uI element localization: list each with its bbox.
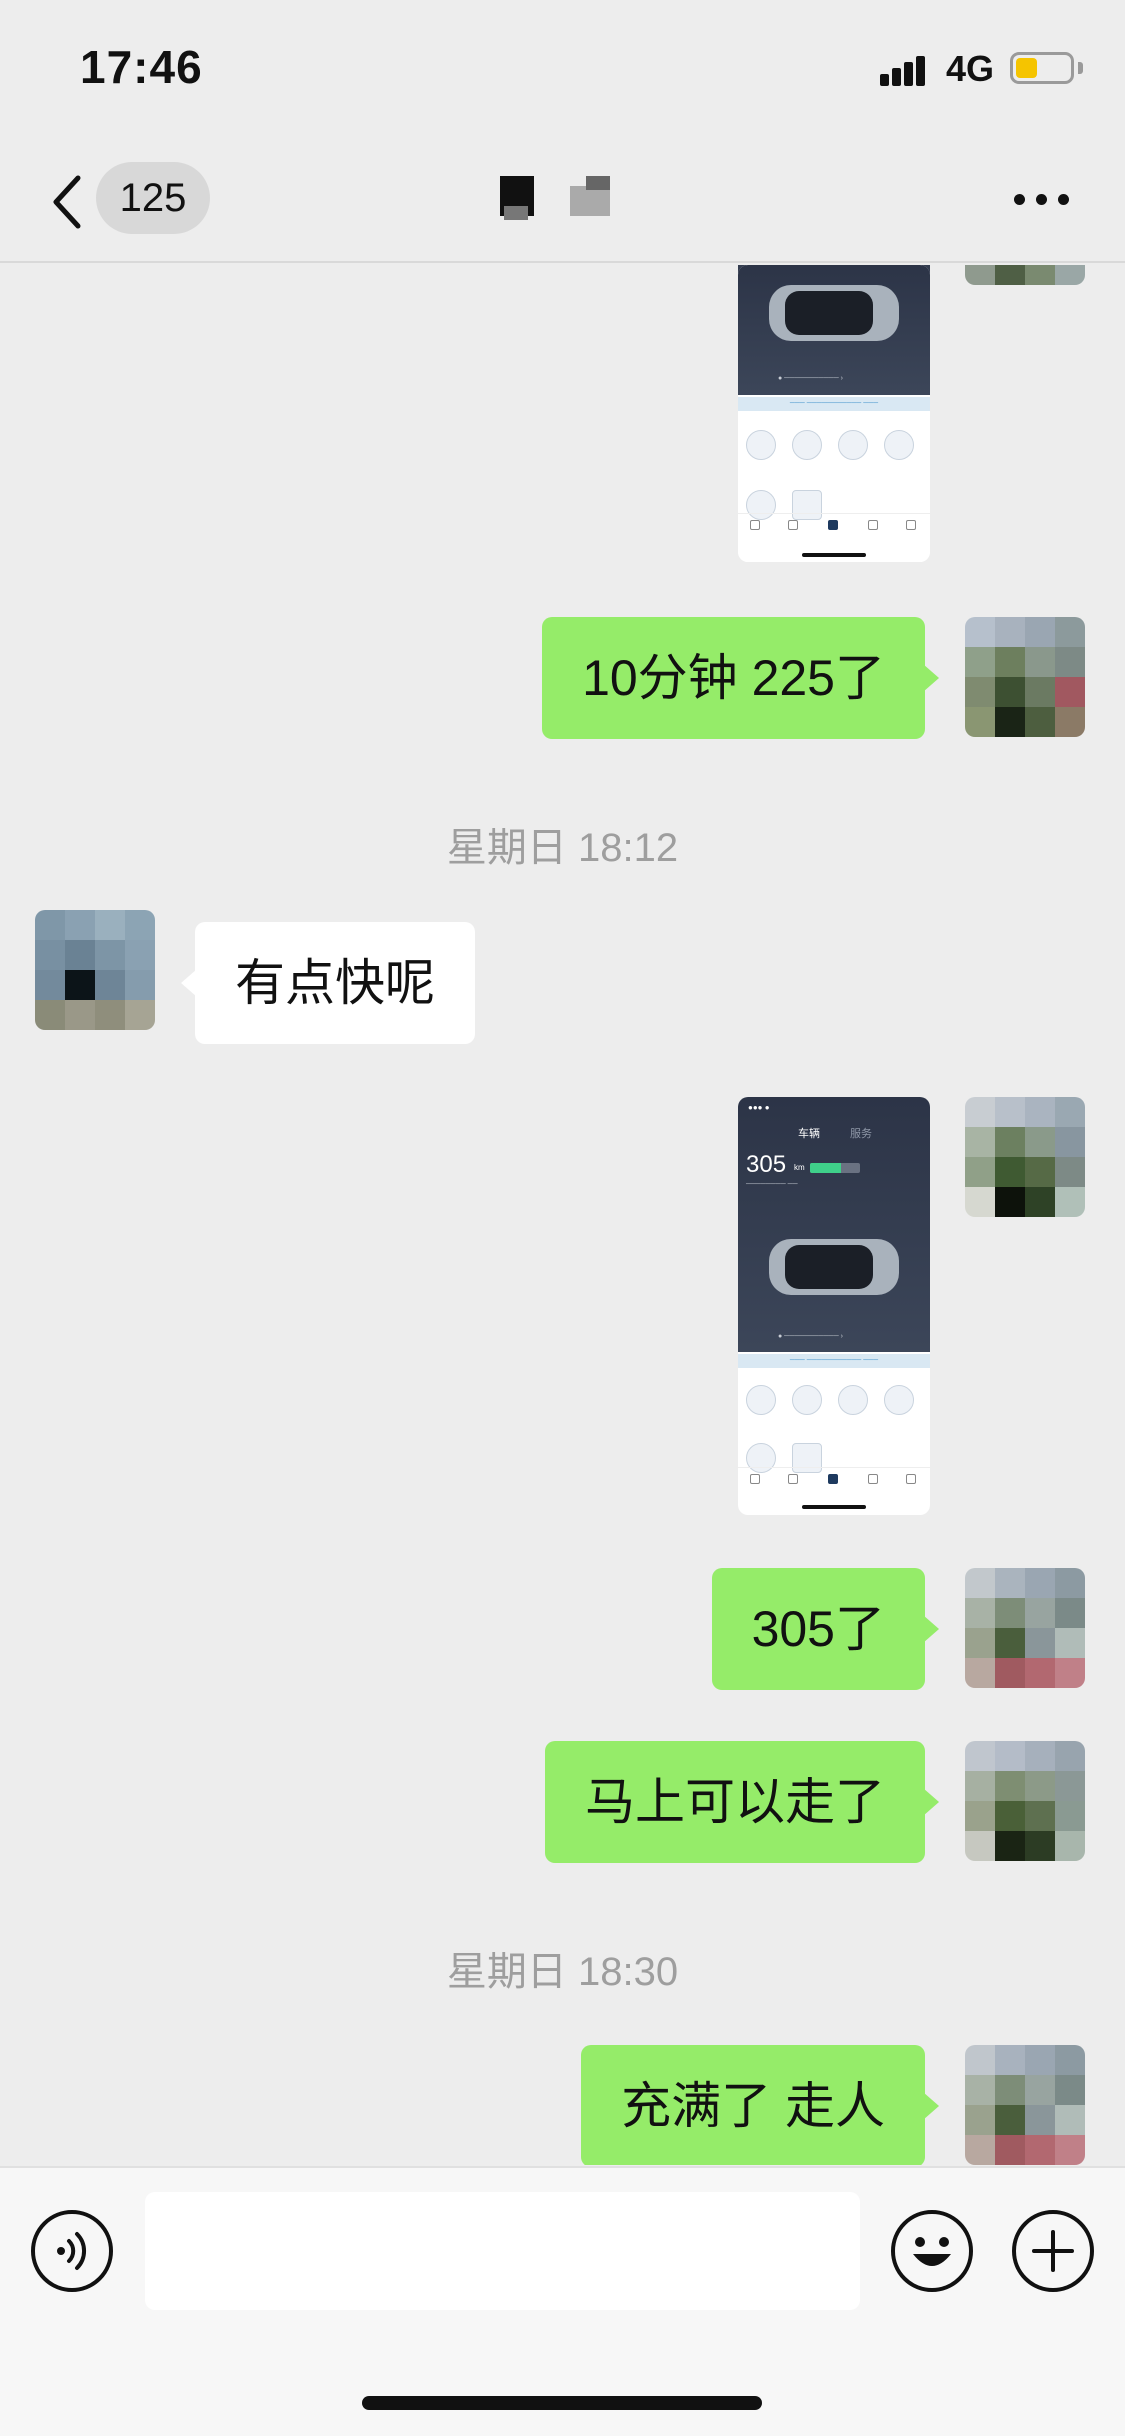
power-icon: [746, 1385, 776, 1415]
my-avatar[interactable]: [965, 1097, 1085, 1217]
charge-bar: [810, 1163, 860, 1173]
voice-icon-glyph: [57, 2232, 87, 2270]
notice-line: ─── ─────────── ───: [738, 1354, 930, 1368]
tab-vehicle: 车辆: [798, 1128, 820, 1140]
range-unit: km: [794, 1163, 805, 1172]
horn-icon: [792, 430, 822, 460]
power-icon: [746, 430, 776, 460]
car-door-icon: [884, 430, 914, 460]
range-value: 305: [746, 1151, 787, 1178]
app-tab-bar: [738, 513, 930, 543]
more-horizontal-icon[interactable]: [1012, 190, 1072, 210]
battery-cap: [1078, 62, 1083, 74]
network-type: 4G: [946, 48, 995, 89]
vehicle-app-screenshot[interactable]: ●●● ● 车辆 服务 305 km ──────── ── ● ───────…: [738, 1097, 930, 1515]
vehicle-app-screenshot-bottom[interactable]: ● ─────────── › ─── ─────────── ───: [738, 265, 930, 562]
plus-icon-glyph: [1032, 2230, 1074, 2272]
incoming-message[interactable]: 有点快呢: [181, 922, 475, 1044]
my-avatar[interactable]: [965, 1741, 1085, 1861]
car-image: [769, 1239, 899, 1295]
status-bar: 17:46 4G: [0, 0, 1125, 140]
voice-icon[interactable]: [31, 2210, 113, 2292]
thumb-status-time: ●●● ●: [748, 1103, 770, 1112]
signal-strength-icon: [880, 52, 936, 86]
tab-service: 服务: [850, 1128, 872, 1140]
unlock-icon: [838, 1385, 868, 1415]
my-avatar[interactable]: [965, 2045, 1085, 2165]
chevron-left-icon[interactable]: [48, 174, 88, 230]
outgoing-message[interactable]: 305了: [711, 1568, 940, 1690]
location-text: ● ─────────── ›: [778, 1333, 844, 1340]
app-tab-bar: [738, 1467, 930, 1497]
horn-icon: [792, 1385, 822, 1415]
charge-hint: ──────── ──: [746, 1181, 798, 1188]
chat-header: 125: [0, 140, 1125, 263]
car-door-icon: [884, 1385, 914, 1415]
notice-line: ─── ─────────── ───: [738, 397, 930, 411]
battery-icon: [1010, 52, 1074, 84]
emoji-icon[interactable]: [891, 2210, 973, 2292]
outgoing-message[interactable]: 充满了 走人: [581, 2045, 939, 2165]
emoji-icon-glyph: [913, 2237, 951, 2266]
status-time: 17:46: [80, 41, 203, 93]
my-avatar[interactable]: [965, 265, 1085, 285]
message-list[interactable]: ● ─────────── › ─── ─────────── ─── ● ──…: [0, 265, 1125, 2165]
contact-avatar[interactable]: [35, 910, 155, 1030]
message-input[interactable]: [145, 2192, 860, 2310]
unlock-icon: [838, 430, 868, 460]
outgoing-message[interactable]: 10分钟 225了: [542, 617, 939, 739]
car-image: [769, 285, 899, 341]
location-text: ● ─────────── ›: [778, 375, 844, 382]
timestamp: 星期日 18:30: [446, 1950, 679, 1994]
thumb-home-bar: [802, 553, 866, 557]
outgoing-message[interactable]: 马上可以走了: [545, 1741, 939, 1863]
thumb-home-bar: [802, 1505, 866, 1509]
timestamp: 星期日 18:12: [446, 826, 679, 870]
unread-count-badge[interactable]: 125: [96, 162, 210, 234]
plus-icon[interactable]: [1012, 2210, 1094, 2292]
my-avatar[interactable]: [965, 617, 1085, 737]
home-indicator[interactable]: [362, 2396, 762, 2410]
battery-level: [1016, 58, 1037, 78]
my-avatar[interactable]: [965, 1568, 1085, 1688]
chat-title-redacted: [500, 172, 640, 228]
